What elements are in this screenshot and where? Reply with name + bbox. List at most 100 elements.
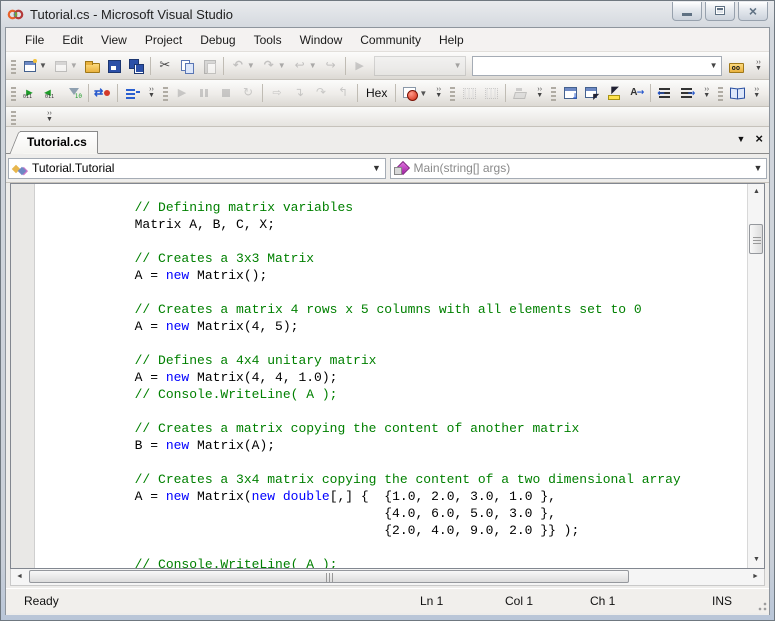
navigate-forward-button[interactable] <box>321 56 341 76</box>
menu-debug[interactable]: Debug <box>191 30 244 50</box>
filter-button[interactable] <box>64 83 84 103</box>
code-line: // Creates a 3x3 Matrix <box>41 250 747 267</box>
horizontal-scrollbar[interactable]: ◄ ► <box>10 569 765 586</box>
types-combo-value: Tutorial.Tutorial <box>32 161 114 175</box>
step-over-button[interactable] <box>311 83 331 103</box>
break-all-button[interactable] <box>194 83 214 103</box>
scroll-left-icon[interactable]: ◄ <box>11 569 28 585</box>
toolbar-sep <box>505 84 506 102</box>
stop-debugging-button[interactable] <box>216 83 236 103</box>
open-file-button[interactable] <box>82 56 102 76</box>
restart-button[interactable] <box>238 83 258 103</box>
code-line: // Creates a 3x4 matrix copying the cont… <box>41 471 747 488</box>
debug-toolbar-options-button[interactable]: ››▼ <box>432 87 445 99</box>
immediate-window-button[interactable] <box>481 83 501 103</box>
save-all-button[interactable] <box>126 56 146 76</box>
menu-view[interactable]: View <box>92 30 136 50</box>
save-button[interactable] <box>104 56 124 76</box>
chevron-down-icon[interactable]: ▼ <box>750 163 766 173</box>
navigate-backward-button[interactable]: ▼ <box>290 56 319 76</box>
menu-tools[interactable]: Tools <box>245 30 291 50</box>
minimize-button[interactable] <box>672 2 702 21</box>
menu-file[interactable]: File <box>16 30 53 50</box>
method-icon <box>394 160 410 176</box>
code-line <box>41 233 747 250</box>
decrease-indent-button[interactable] <box>655 83 675 103</box>
types-combo[interactable]: Tutorial.Tutorial ▼ <box>8 158 386 179</box>
bookmarks-toolbar-options-button[interactable]: ››▼ <box>750 87 763 99</box>
toggle-breakpoint-button[interactable] <box>93 83 113 103</box>
resize-grip-icon[interactable] <box>757 601 767 611</box>
text-editor-toolbar-options-button[interactable]: ››▼ <box>43 111 56 123</box>
cut-button[interactable] <box>155 56 175 76</box>
find-in-files-button[interactable] <box>726 56 746 76</box>
navigate-forward-icon <box>323 58 339 74</box>
maximize-icon <box>715 6 725 15</box>
increase-indent-button[interactable] <box>677 83 697 103</box>
pause-icon <box>196 85 212 101</box>
group1-options-button[interactable]: ››▼ <box>145 87 158 99</box>
delete-breakpoints-button[interactable] <box>510 83 530 103</box>
bookmarks-button[interactable] <box>727 83 747 103</box>
paste-button[interactable] <box>199 56 219 76</box>
menu-project[interactable]: Project <box>136 30 191 50</box>
font-button[interactable] <box>626 83 646 103</box>
menu-help[interactable]: Help <box>430 30 473 50</box>
undo-button[interactable]: ▼ <box>228 56 257 76</box>
close-button[interactable]: × <box>738 2 768 21</box>
chevron-down-icon[interactable]: ▼ <box>369 163 385 173</box>
document-list-dropdown-icon[interactable]: ▼ <box>736 134 745 144</box>
properties-window-button[interactable] <box>560 83 580 103</box>
debug-target-button[interactable]: ▼ <box>400 83 429 103</box>
toolbar-grip <box>11 85 16 101</box>
step-over-icon <box>313 85 329 101</box>
solution-configurations-combo[interactable]: ▼ <box>374 56 466 76</box>
vertical-scrollbar[interactable]: ▲ ▼ <box>747 184 764 568</box>
layout-toolbar-options-button[interactable]: ››▼ <box>700 87 713 99</box>
start-debugging-button[interactable] <box>350 56 370 76</box>
open-folder-icon <box>84 58 100 74</box>
play-icon <box>174 85 190 101</box>
chevron-down-icon[interactable]: ▼ <box>451 61 465 70</box>
vertical-scrollbar-thumb[interactable] <box>749 224 763 254</box>
menu-community[interactable]: Community <box>351 30 430 50</box>
close-document-icon[interactable]: × <box>755 133 763 145</box>
breakpoints-toolbar-options-button[interactable]: ››▼ <box>533 87 546 99</box>
toolbar-sep <box>223 57 224 75</box>
title-bar: Tutorial.cs - Microsoft Visual Studio × <box>1 1 774 27</box>
tab-tutorial-cs[interactable]: Tutorial.cs <box>20 131 98 154</box>
filter-icon <box>66 85 82 101</box>
horizontal-scrollbar-thumb[interactable] <box>29 570 629 583</box>
code-editor[interactable]: // Defining matrix variables Matrix A, B… <box>10 183 765 569</box>
step-out-button[interactable] <box>333 83 353 103</box>
find-combo[interactable]: ▼ <box>472 56 722 76</box>
menu-window[interactable]: Window <box>291 30 352 50</box>
redo-button[interactable]: ▼ <box>259 56 288 76</box>
show-next-statement-button[interactable] <box>267 83 287 103</box>
window-cursor-button[interactable] <box>582 83 602 103</box>
hex-toggle-button[interactable]: Hex <box>361 86 392 100</box>
menu-edit[interactable]: Edit <box>53 30 92 50</box>
code-area[interactable]: // Defining matrix variables Matrix A, B… <box>35 184 747 568</box>
scroll-up-icon[interactable]: ▲ <box>748 184 765 200</box>
copy-button[interactable] <box>177 56 197 76</box>
close-icon: × <box>749 4 757 18</box>
code-line: // Defines a 4x4 unitary matrix <box>41 352 747 369</box>
maximize-button[interactable] <box>705 2 735 21</box>
hex-arrow-in-button[interactable] <box>20 83 40 103</box>
new-project-button[interactable]: ▼ <box>20 56 49 76</box>
step-into-button[interactable] <box>289 83 309 103</box>
code-line: A = new Matrix(4, 4, 1.0); <box>41 369 747 386</box>
hex-arrow-out-button[interactable] <box>42 83 62 103</box>
continue-button[interactable] <box>172 83 192 103</box>
scroll-right-icon[interactable]: ► <box>747 569 764 585</box>
select-pointer-button[interactable] <box>604 83 624 103</box>
class-icon <box>12 160 28 176</box>
breakpoints-window-button[interactable] <box>459 83 479 103</box>
scroll-down-icon[interactable]: ▼ <box>748 552 765 568</box>
members-combo[interactable]: Main(string[] args) ▼ <box>390 158 768 179</box>
standard-toolbar-options-button[interactable]: ››▼ <box>752 60 765 72</box>
format-list-button[interactable] <box>122 83 142 103</box>
add-new-item-button[interactable]: ▼ <box>51 56 80 76</box>
chevron-down-icon[interactable]: ▼ <box>707 61 721 70</box>
